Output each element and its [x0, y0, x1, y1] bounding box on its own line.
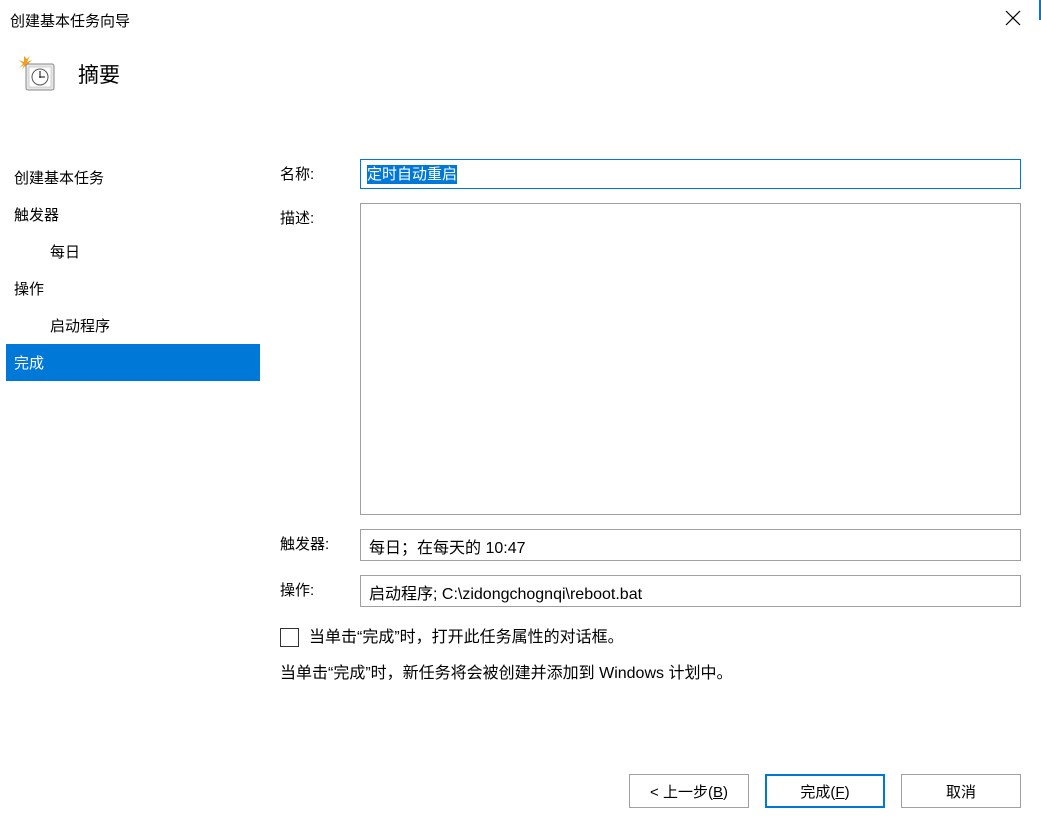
name-row: 名称: 定时自动重启 — [280, 159, 1021, 189]
page-title: 摘要 — [78, 59, 120, 89]
name-value: 定时自动重启 — [367, 165, 457, 184]
trigger-label: 触发器: — [280, 529, 360, 554]
window-title: 创建基本任务向导 — [10, 10, 130, 31]
sidebar-item-create-task[interactable]: 创建基本任务 — [6, 159, 260, 196]
button-row: < 上一步(B) 完成(F) 取消 — [629, 774, 1021, 808]
description-textarea[interactable] — [360, 203, 1021, 515]
close-icon[interactable] — [999, 10, 1027, 29]
action-label: 操作: — [280, 575, 360, 600]
finish-button[interactable]: 完成(F) — [765, 774, 885, 808]
back-button[interactable]: < 上一步(B) — [629, 774, 749, 808]
sidebar-item-trigger[interactable]: 触发器 — [6, 196, 260, 233]
open-properties-row: 当单击“完成”时，打开此任务属性的对话框。 — [280, 625, 1021, 651]
summary-panel: 名称: 定时自动重启 描述: 触发器: 每日；在每天的 10:47 操作: 启动… — [260, 159, 1041, 779]
wizard-sidebar: 创建基本任务 触发器 每日 操作 启动程序 完成 — [0, 159, 260, 779]
open-properties-checkbox[interactable] — [280, 628, 299, 647]
description-row: 描述: — [280, 203, 1021, 515]
open-properties-label: 当单击“完成”时，打开此任务属性的对话框。 — [309, 625, 624, 651]
trigger-value: 每日；在每天的 10:47 — [360, 529, 1021, 561]
trigger-row: 触发器: 每日；在每天的 10:47 — [280, 529, 1021, 561]
description-label: 描述: — [280, 203, 360, 228]
cancel-button-label: 取消 — [946, 781, 976, 802]
titlebar: 创建基本任务向导 — [0, 0, 1041, 36]
cancel-button[interactable]: 取消 — [901, 774, 1021, 808]
header: 摘要 — [0, 36, 1041, 104]
finish-info-text: 当单击“完成”时，新任务将会被创建并添加到 Windows 计划中。 — [280, 661, 1021, 687]
action-row: 操作: 启动程序; C:\zidongchognqi\reboot.bat — [280, 575, 1021, 607]
content-area: 创建基本任务 触发器 每日 操作 启动程序 完成 名称: 定时自动重启 描述: … — [0, 159, 1041, 779]
clock-wizard-icon — [18, 54, 58, 94]
action-value: 启动程序; C:\zidongchognqi\reboot.bat — [360, 575, 1021, 607]
finish-button-label: 完成(F) — [800, 781, 849, 802]
sidebar-item-daily[interactable]: 每日 — [6, 233, 260, 270]
sidebar-item-start-program[interactable]: 启动程序 — [6, 307, 260, 344]
sidebar-item-finish[interactable]: 完成 — [6, 344, 260, 381]
sidebar-item-action[interactable]: 操作 — [6, 270, 260, 307]
back-button-label: < 上一步(B) — [650, 781, 728, 802]
name-input[interactable]: 定时自动重启 — [360, 159, 1021, 189]
name-label: 名称: — [280, 159, 360, 184]
